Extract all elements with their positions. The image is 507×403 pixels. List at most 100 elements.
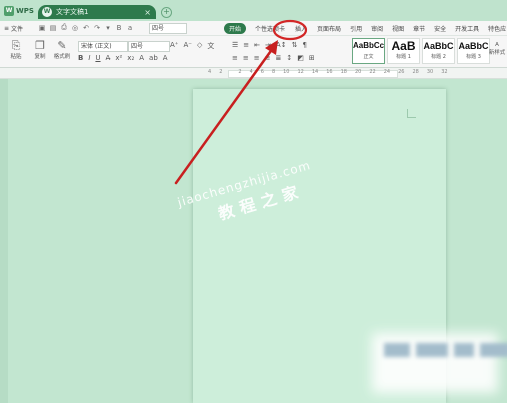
- style-normal[interactable]: AaBbCcDd 正文: [352, 38, 385, 64]
- copy-button[interactable]: ❐ 复制: [28, 39, 52, 60]
- print-preview-icon[interactable]: ◎: [71, 24, 79, 32]
- decrease-indent-icon[interactable]: ⇤: [254, 41, 260, 49]
- highlight-icon[interactable]: ab: [149, 54, 158, 62]
- subscript-icon[interactable]: x₂: [127, 54, 134, 62]
- style-sample: AaBbCcDd: [353, 41, 385, 50]
- document-tab[interactable]: W 文字文稿1 ×: [38, 5, 156, 19]
- borders-icon[interactable]: ⊞: [309, 54, 315, 62]
- distributed-icon[interactable]: ≣: [276, 54, 282, 62]
- ruler-number: 6: [260, 69, 264, 75]
- style-sample: AaB: [391, 39, 416, 53]
- ribbon-menu-row: ≡ 文件 ▣ ▤ ⎙ ◎ ↶ ↷ ▾ B a 四号 开始 个性选项卡 插入 页面…: [0, 21, 507, 36]
- font-color-icon[interactable]: A: [139, 54, 144, 62]
- italic-button[interactable]: I: [88, 54, 90, 62]
- undo-icon[interactable]: ↶: [82, 24, 90, 32]
- quick-access-toolbar: ▣ ▤ ⎙ ◎ ↶ ↷ ▾ B a: [38, 23, 134, 32]
- ruler-number: 28: [412, 69, 419, 75]
- horizontal-ruler[interactable]: 4 2 2 4 6 8 10 12 14 16 18 20 22 24 26 2…: [0, 68, 507, 79]
- new-style-icon: A: [495, 42, 499, 48]
- ruler-number: 26: [398, 69, 405, 75]
- more-icon[interactable]: ▾: [104, 24, 112, 32]
- style-name: 正文: [363, 54, 374, 60]
- justify-icon[interactable]: ≡: [265, 54, 271, 62]
- vertical-ruler: [0, 79, 8, 403]
- blurred-block: [454, 343, 474, 357]
- align-right-icon[interactable]: ≡: [254, 54, 260, 62]
- phonetic-icon[interactable]: 文: [207, 41, 214, 51]
- style-name: 标题 1: [396, 54, 411, 60]
- grow-font-icon[interactable]: A⁺: [170, 41, 178, 51]
- title-bar: W WPS W 文字文稿1 × +: [0, 0, 507, 22]
- ruler-number: 2: [219, 69, 223, 75]
- redo-icon[interactable]: ↷: [93, 24, 101, 32]
- bold-button[interactable]: B: [78, 54, 83, 62]
- ruler-number: 16: [326, 69, 333, 75]
- file-menu[interactable]: ≡ 文件: [4, 24, 23, 33]
- export-pdf-icon[interactable]: ▤: [49, 24, 57, 32]
- numbered-list-icon[interactable]: ≡: [243, 41, 249, 49]
- wps-logo-icon: W: [4, 6, 14, 16]
- format-painter-button[interactable]: ✎ 格式刷: [50, 39, 74, 60]
- superscript-icon[interactable]: x²: [115, 54, 122, 62]
- tab-start[interactable]: 开始: [224, 23, 247, 34]
- ruler-number: 8: [271, 69, 276, 75]
- char-border-icon[interactable]: A: [163, 54, 168, 62]
- app-brand[interactable]: W WPS: [4, 5, 34, 17]
- style-heading-2[interactable]: AaBbC 标题 2: [422, 38, 455, 64]
- close-tab-icon[interactable]: ×: [144, 8, 151, 17]
- tab-review[interactable]: 审阅: [371, 24, 383, 33]
- tab-chapter[interactable]: 章节: [413, 24, 425, 33]
- font-size-select-top[interactable]: 四号: [149, 23, 187, 34]
- tab-developer[interactable]: 开发工具: [455, 24, 479, 33]
- blurred-block: [384, 343, 410, 357]
- ruler-number: 32: [441, 69, 448, 75]
- bold-toggle-icon[interactable]: B: [115, 24, 123, 32]
- shading-icon[interactable]: ◩: [297, 54, 304, 62]
- shrink-font-icon[interactable]: A⁻: [183, 41, 191, 51]
- sort-icon[interactable]: ⇅: [292, 41, 298, 49]
- tab-page-layout[interactable]: 页面布局: [317, 24, 341, 33]
- clear-format-icon[interactable]: ◇: [197, 41, 202, 51]
- file-menu-label: 文件: [11, 26, 24, 33]
- font-name-select[interactable]: 宋体 (正文): [78, 41, 128, 52]
- tab-security[interactable]: 安全: [434, 24, 446, 33]
- style-sample: AaBbC: [458, 41, 489, 51]
- ruler-number: 20: [355, 69, 362, 75]
- tab-special[interactable]: 特色应: [488, 24, 506, 33]
- tab-view[interactable]: 视图: [392, 24, 404, 33]
- font-color-icon[interactable]: a: [126, 24, 134, 32]
- app-brand-label: WPS: [16, 7, 34, 15]
- new-tab-button[interactable]: +: [161, 7, 172, 18]
- print-icon[interactable]: ⎙: [60, 23, 68, 32]
- new-style-button[interactable]: A 新样式: [488, 41, 506, 57]
- underline-button[interactable]: U: [95, 54, 100, 62]
- align-left-icon[interactable]: ≡: [232, 54, 238, 62]
- format-painter-label: 格式刷: [53, 54, 71, 60]
- text-direction-icon[interactable]: A↕: [276, 41, 287, 49]
- copy-icon: ❐: [35, 39, 45, 52]
- font-format-controls: B I U A̶ x² x₂ A ab A: [78, 54, 168, 62]
- document-icon: W: [42, 7, 52, 17]
- tab-insert[interactable]: 插入: [294, 24, 308, 33]
- increase-indent-icon[interactable]: ⇥: [265, 41, 271, 49]
- paste-button[interactable]: ⎘ 粘贴: [4, 39, 28, 60]
- document-tab-title: 文字文稿1: [56, 8, 89, 16]
- strikethrough-icon[interactable]: A̶: [106, 54, 111, 62]
- font-size-select[interactable]: 四号: [128, 41, 170, 52]
- show-marks-icon[interactable]: ¶: [302, 41, 306, 49]
- brush-icon: ✎: [57, 39, 67, 52]
- bullet-list-icon[interactable]: ☰: [232, 41, 238, 49]
- ruler-number: 2: [238, 69, 242, 75]
- tab-references[interactable]: 引用: [350, 24, 362, 33]
- ribbon: ≡ 文件 ▣ ▤ ⎙ ◎ ↶ ↷ ▾ B a 四号 开始 个性选项卡 插入 页面…: [0, 21, 507, 68]
- style-name: 标题 2: [431, 54, 446, 60]
- margin-corner-mark: [407, 109, 416, 118]
- tab-personal[interactable]: 个性选项卡: [255, 24, 285, 33]
- ruler-numbers: 4 2 2 4 6 8 10 12 14 16 18 20 22 24 26 2…: [208, 69, 448, 75]
- line-spacing-icon[interactable]: ↕: [286, 54, 292, 62]
- style-heading-1[interactable]: AaB 标题 1: [387, 38, 420, 64]
- blurred-block: [416, 343, 448, 357]
- save-icon[interactable]: ▣: [38, 24, 46, 32]
- style-heading-3[interactable]: AaBbC 标题 3: [457, 38, 490, 64]
- align-center-icon[interactable]: ≡: [243, 54, 249, 62]
